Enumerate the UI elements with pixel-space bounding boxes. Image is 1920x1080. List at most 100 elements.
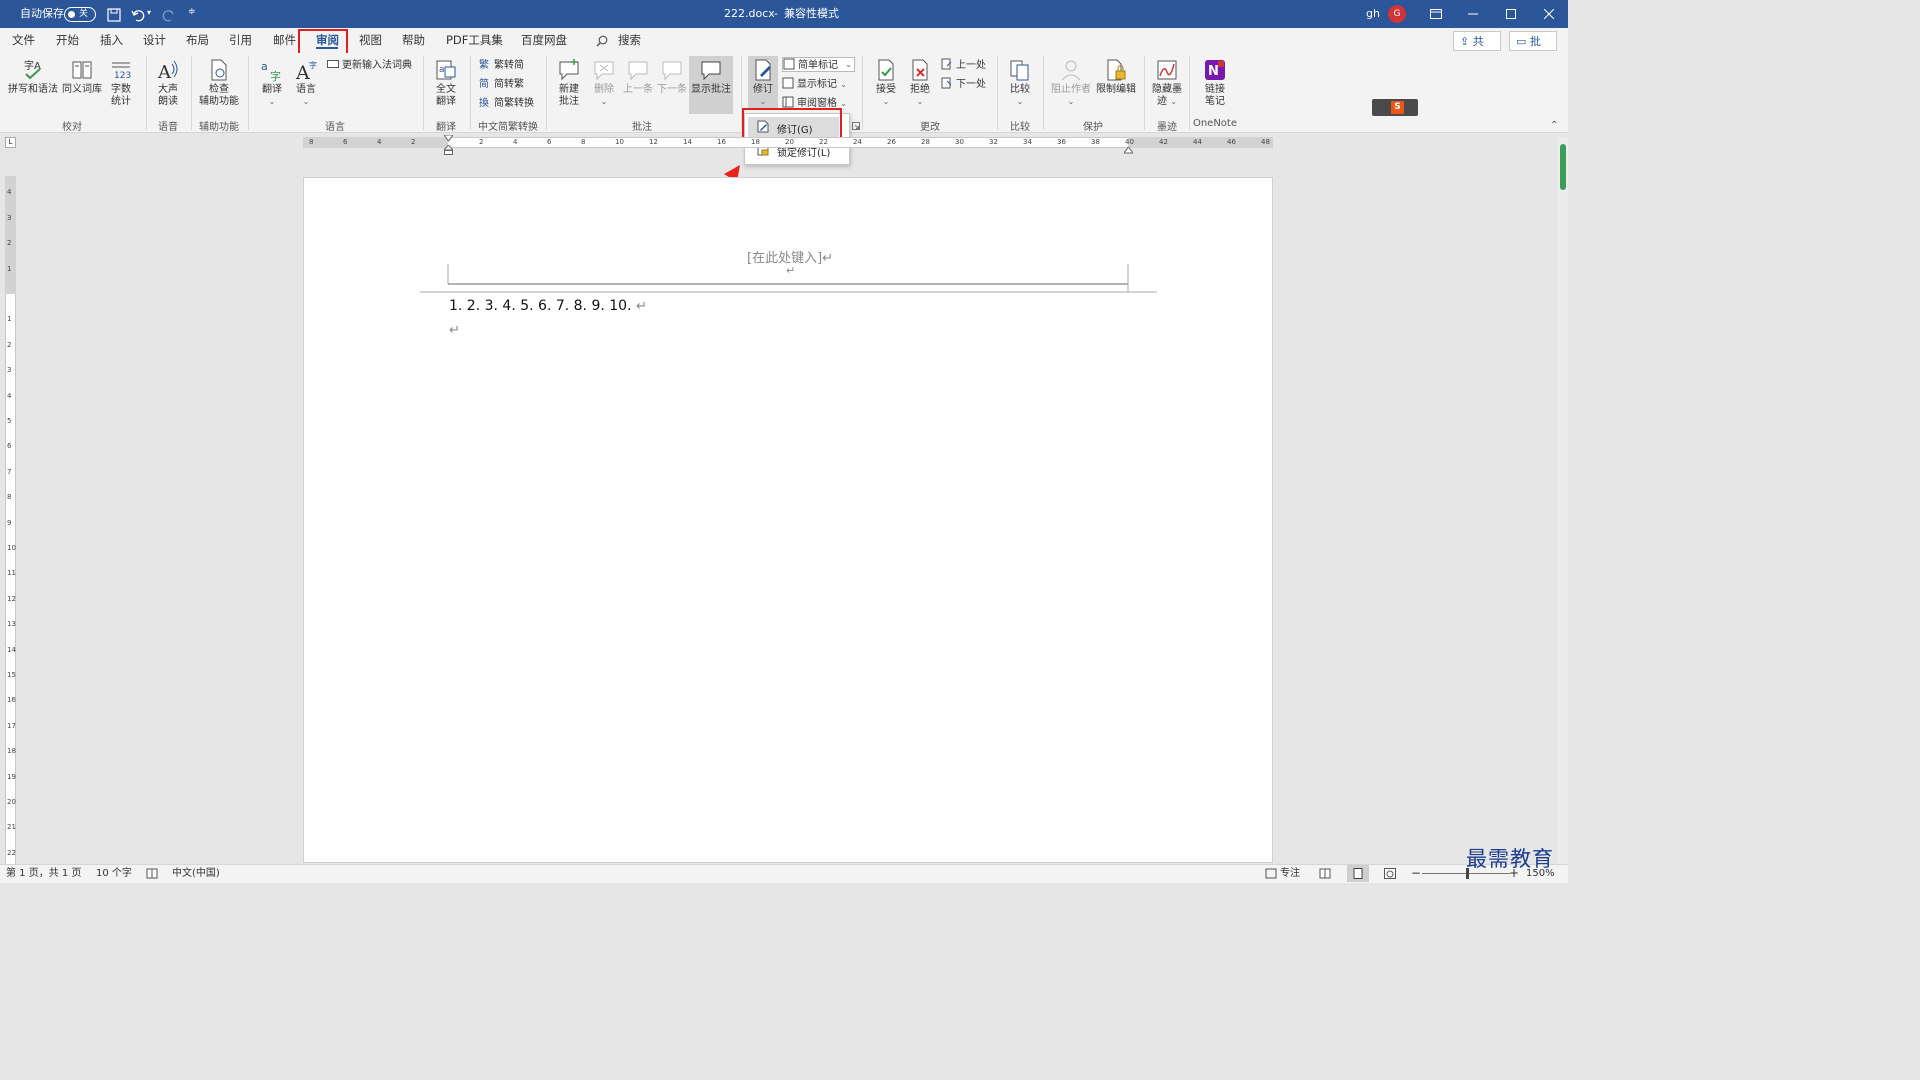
page-count[interactable]: 第 1 页，共 1 页 xyxy=(6,865,81,882)
ribbon-display-icon[interactable] xyxy=(1430,9,1442,19)
first-line-indent-marker[interactable] xyxy=(443,133,454,142)
customize-qat-icon[interactable]: ≑ xyxy=(188,7,196,17)
delete-comment-button[interactable]: 删除 ⌄ xyxy=(588,58,620,108)
compare-button[interactable]: 比较 ⌄ xyxy=(1004,58,1036,108)
search-icon[interactable] xyxy=(596,35,608,47)
update-ime-dictionary-button[interactable]: 更新输入法词典 xyxy=(327,58,412,73)
avatar[interactable]: G xyxy=(1388,5,1406,23)
full-translate-button[interactable]: a 全文 翻译 xyxy=(430,58,462,108)
spelling-label: 拼写和语法 xyxy=(8,84,58,95)
simple-markup-value: 简单标记 xyxy=(798,60,838,71)
header-boundary xyxy=(420,264,1157,293)
tab-help[interactable]: 帮助 xyxy=(402,28,425,53)
previous-change-button[interactable]: 上一处 xyxy=(941,58,986,73)
hanging-indent-marker[interactable] xyxy=(442,144,455,155)
traditional-to-simplified-button[interactable]: 繁繁转简 xyxy=(479,58,524,73)
tab-pdf-tools[interactable]: PDF工具集 xyxy=(446,28,503,53)
show-comments-icon xyxy=(701,61,721,81)
next-change-button[interactable]: 下一处 xyxy=(941,77,986,92)
track-changes-button[interactable]: 修订 ⌄ xyxy=(748,56,778,108)
chinese-conversion-label: 简繁转换 xyxy=(494,98,534,109)
collapse-ribbon-icon[interactable]: ⌃ xyxy=(1550,120,1558,131)
ruler-tick-label: 8 xyxy=(7,493,12,502)
show-comments-button[interactable]: 显示批注 xyxy=(689,56,733,114)
proofing-status-icon[interactable] xyxy=(146,868,158,879)
undo-dropdown-icon[interactable]: ▾ xyxy=(147,8,151,17)
show-markup-button[interactable]: 显示标记 ⌄ xyxy=(782,77,847,92)
minimize-icon[interactable] xyxy=(1468,13,1478,15)
tab-selector[interactable]: L xyxy=(5,137,16,148)
search-label[interactable]: 搜索 xyxy=(618,28,641,53)
markup-view-icon xyxy=(783,58,795,70)
svg-text:換: 換 xyxy=(479,97,489,108)
scrollbar-thumb[interactable] xyxy=(1560,144,1566,190)
list-line[interactable]: 1. 2. 3. 4. 5. 6. 7. 8. 9. 10. ↵ xyxy=(449,298,647,314)
vertical-scrollbar[interactable] xyxy=(1558,137,1568,864)
thesaurus-button[interactable]: 同义词库 xyxy=(60,58,104,96)
undo-icon[interactable] xyxy=(131,8,145,22)
chinese-conversion-button[interactable]: 換简繁转换 xyxy=(479,96,534,111)
tab-design[interactable]: 设计 xyxy=(143,28,166,53)
next-comment-icon xyxy=(662,61,682,81)
simplified-to-traditional-button[interactable]: 简简转繁 xyxy=(479,77,524,92)
print-layout-view-button[interactable] xyxy=(1347,865,1369,882)
web-layout-icon[interactable] xyxy=(1384,868,1396,879)
accept-button[interactable]: 接受 ⌄ xyxy=(870,58,902,108)
hide-ink-button[interactable]: 隐藏墨 迹 ⌄ xyxy=(1150,58,1184,108)
restrict-editing-button[interactable]: 限制编辑 xyxy=(1095,58,1137,96)
document-language[interactable]: 中文(中国) xyxy=(172,865,220,882)
tab-baidu-netdisk[interactable]: 百度网盘 xyxy=(521,28,567,53)
check-accessibility-button[interactable]: 检查 辅助功能 xyxy=(196,58,242,108)
ruler-tick-label: 2 xyxy=(7,340,12,349)
spelling-grammar-button[interactable]: 字A 拼写和语法 xyxy=(6,58,60,96)
ruler-tick-label: 13 xyxy=(7,620,16,629)
next-comment-button[interactable]: 下一条 xyxy=(655,58,689,96)
close-icon[interactable] xyxy=(1544,9,1554,19)
word-count-button[interactable]: 123 字数 统计 xyxy=(104,58,138,108)
right-indent-marker[interactable] xyxy=(1123,144,1134,154)
tab-layout[interactable]: 布局 xyxy=(186,28,209,53)
empty-paragraph[interactable]: ↵ xyxy=(449,323,460,338)
tracking-options-launcher-icon[interactable] xyxy=(852,122,860,130)
group-separator xyxy=(1144,56,1145,130)
word-count[interactable]: 10 个字 xyxy=(96,865,132,882)
translate-button[interactable]: a字 翻译 ⌄ xyxy=(256,58,288,108)
focus-label[interactable]: 专注 xyxy=(1280,865,1300,882)
ruler-left-margin xyxy=(303,137,448,148)
group-ink-label: 墨迹 xyxy=(1157,122,1177,133)
reject-button[interactable]: 拒绝 ⌄ xyxy=(904,58,936,108)
group-separator xyxy=(248,56,249,130)
tab-mailings[interactable]: 邮件 xyxy=(273,28,296,53)
language-button[interactable]: A字 语言 ⌄ xyxy=(290,58,322,108)
next-change-label: 下一处 xyxy=(956,79,986,90)
tab-view[interactable]: 视图 xyxy=(359,28,382,53)
zoom-out-button[interactable]: − xyxy=(1411,865,1421,882)
autosave-label: 自动保存 xyxy=(20,7,64,20)
previous-comment-button[interactable]: 上一条 xyxy=(621,58,655,96)
read-aloud-button[interactable]: A 大声 朗读 xyxy=(150,58,186,108)
save-icon[interactable] xyxy=(107,8,121,22)
tab-references[interactable]: 引用 xyxy=(229,28,252,53)
svg-text:a: a xyxy=(261,60,268,73)
new-comment-button[interactable]: 新建 批注 xyxy=(552,58,586,108)
ime-toolbar[interactable]: S xyxy=(1372,99,1418,116)
linked-notes-button[interactable]: N 链接 笔记 xyxy=(1196,58,1234,108)
autosave-toggle[interactable]: 关 xyxy=(64,7,96,22)
tab-home[interactable]: 开始 xyxy=(56,28,79,53)
accept-icon xyxy=(878,59,894,81)
show-markup-icon xyxy=(782,77,794,89)
comments-pane-button[interactable]: ▭ 批注 xyxy=(1509,31,1557,68)
display-for-review-select[interactable]: 简单标记 ⌄ xyxy=(782,57,855,72)
tab-insert[interactable]: 插入 xyxy=(100,28,123,53)
print-layout-icon xyxy=(1353,868,1363,879)
thesaurus-icon xyxy=(72,61,92,79)
read-mode-icon[interactable] xyxy=(1319,868,1331,879)
focus-mode-icon[interactable] xyxy=(1265,868,1277,879)
share-button[interactable]: ⇪ 共享 xyxy=(1453,31,1501,68)
block-authors-button[interactable]: 阻止作者 ⌄ xyxy=(1048,58,1094,108)
tab-file[interactable]: 文件 xyxy=(12,28,35,53)
maximize-icon[interactable] xyxy=(1506,9,1516,19)
redo-icon[interactable] xyxy=(162,8,176,22)
ruler-tick-label: 18 xyxy=(7,747,16,756)
user-name[interactable]: gh xyxy=(1366,0,1380,28)
